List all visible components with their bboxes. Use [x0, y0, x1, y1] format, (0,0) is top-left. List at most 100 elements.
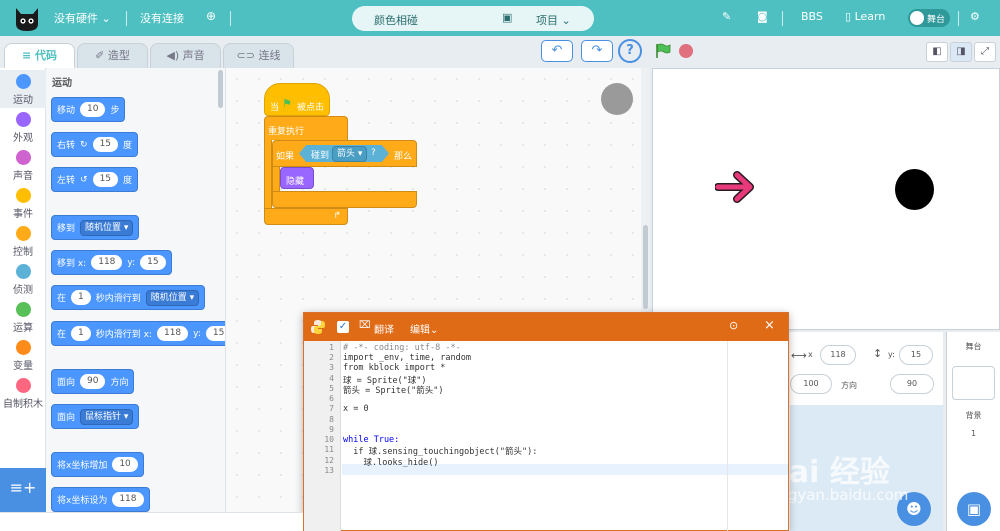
- redo-button[interactable]: ↷: [581, 40, 613, 62]
- block-turn-left[interactable]: 左转 ↺ 15 度: [51, 167, 139, 192]
- category-sensing[interactable]: 侦测: [0, 260, 46, 298]
- block-input[interactable]: 10: [112, 457, 138, 472]
- block-move-steps[interactable]: 移动 10 步: [51, 97, 126, 122]
- block-input[interactable]: 15: [92, 137, 119, 152]
- forever-arm: [264, 140, 272, 210]
- block-point-towards[interactable]: 面向 鼠标指针 ▾: [51, 404, 140, 429]
- stage-thumbnail[interactable]: [952, 366, 995, 400]
- block-input[interactable]: 118: [112, 492, 144, 507]
- block-when-flag-clicked[interactable]: 当 ⚑ 被点击: [264, 83, 330, 116]
- cat-logo-icon[interactable]: [12, 4, 42, 32]
- bottom-bar: [0, 512, 303, 531]
- block-input[interactable]: 1: [71, 326, 91, 341]
- pen-icon[interactable]: ✎: [722, 10, 731, 23]
- category-motion[interactable]: 运动: [0, 70, 46, 108]
- line-number: 1: [329, 343, 334, 352]
- block-touching[interactable]: 碰到 箭头 ▾ ?: [299, 145, 389, 162]
- block-glide-to[interactable]: 在 1 秒内滑行到 随机位置 ▾: [51, 285, 206, 310]
- category-control[interactable]: 控制: [0, 222, 46, 260]
- add-extension-button[interactable]: ≡+: [0, 468, 46, 512]
- backdrops-label: 背景: [965, 411, 982, 420]
- block-goto-xy[interactable]: 移到 x: 118 y: 15: [51, 250, 172, 275]
- code-line[interactable]: while True:: [343, 435, 399, 445]
- block-input[interactable]: 15: [140, 255, 166, 270]
- category-operators[interactable]: 运算: [0, 298, 46, 336]
- block-glide-xy[interactable]: 在 1 秒内滑行到 x: 118 y: 15: [51, 321, 225, 346]
- block-input[interactable]: 15: [205, 326, 225, 341]
- run-icon[interactable]: ⊙: [729, 319, 738, 332]
- category-dot: [15, 112, 31, 127]
- block-turn-right[interactable]: 右转 ↻ 15 度: [51, 132, 139, 157]
- block-hide[interactable]: 隐藏: [280, 167, 314, 189]
- translate-button[interactable]: 翻译: [374, 321, 394, 336]
- y-field[interactable]: 15: [899, 345, 933, 365]
- block-set-x[interactable]: 将x坐标设为 118: [51, 487, 150, 512]
- close-icon[interactable]: ×: [764, 318, 775, 333]
- project-bar[interactable]: 颜色相碰 ▣ 项目 ⌄: [352, 6, 594, 31]
- tab-wiring[interactable]: ⊂⊃ 连线: [223, 43, 294, 69]
- code-line[interactable]: from kblock import *: [343, 363, 445, 373]
- speaker-icon: ◀): [166, 49, 180, 62]
- stop-button[interactable]: [679, 44, 693, 58]
- block-change-x[interactable]: 将x坐标增加 10: [51, 452, 144, 477]
- gear-icon[interactable]: ⚙: [970, 10, 980, 23]
- category-looks[interactable]: 外观: [0, 108, 46, 146]
- block-input[interactable]: 118: [91, 255, 123, 270]
- block-point-direction[interactable]: 面向 90 方向: [51, 369, 135, 394]
- category-variables[interactable]: 变量: [0, 336, 46, 374]
- block-input[interactable]: 10: [80, 102, 106, 117]
- camera-icon[interactable]: ◙: [757, 10, 768, 23]
- palette-scrollbar[interactable]: [218, 70, 223, 108]
- tab-code[interactable]: ≡ 代码: [4, 43, 75, 70]
- x-field[interactable]: 118: [820, 345, 856, 365]
- edit-menu[interactable]: 编辑⌄: [410, 321, 438, 336]
- direction-field[interactable]: 90: [890, 374, 934, 394]
- learn-link[interactable]: ▯ Learn: [845, 10, 885, 23]
- stage-toggle[interactable]: 舞台: [908, 9, 950, 27]
- category-sound[interactable]: 声音: [0, 146, 46, 184]
- block-dropdown[interactable]: 随机位置 ▾: [80, 219, 134, 236]
- block-forever[interactable]: 重复执行: [264, 116, 348, 140]
- save-icon[interactable]: ▣: [502, 11, 512, 24]
- project-name[interactable]: 颜色相碰: [374, 12, 418, 28]
- arrow-sprite[interactable]: [715, 167, 759, 207]
- size-field[interactable]: 100: [790, 374, 832, 394]
- tab-costumes[interactable]: ✐ 造型: [77, 43, 148, 69]
- code-line[interactable]: x = 0: [343, 404, 369, 414]
- block-if-then[interactable]: 如果 碰到 箭头 ▾ ? 那么: [272, 140, 417, 167]
- code-line[interactable]: 箭头 = Sprite("箭头"): [343, 384, 444, 396]
- fullscreen-button[interactable]: ⤢: [974, 42, 996, 62]
- green-flag-icon[interactable]: [655, 43, 671, 59]
- choose-backdrop-button[interactable]: ▣: [957, 492, 991, 526]
- workspace-scrollbar[interactable]: [643, 225, 648, 309]
- normal-stage-button[interactable]: ◨: [950, 42, 972, 62]
- help-button[interactable]: ?: [618, 39, 642, 63]
- block-dropdown[interactable]: 箭头 ▾: [332, 146, 368, 162]
- direction-label: 方向: [841, 381, 857, 390]
- block-input[interactable]: 118: [156, 326, 189, 341]
- hardware-label: 没有硬件: [54, 12, 98, 25]
- project-menu[interactable]: 项目 ⌄: [536, 12, 571, 28]
- code-line[interactable]: # -*- coding: utf-8 -*-: [343, 343, 461, 353]
- category-events[interactable]: 事件: [0, 184, 46, 222]
- category-my-blocks[interactable]: 自制积木: [0, 374, 46, 412]
- block-input[interactable]: 1: [71, 290, 91, 305]
- tab-sounds[interactable]: ◀) 声音: [150, 43, 221, 69]
- code-line[interactable]: import _env, time, random: [343, 353, 471, 363]
- block-input[interactable]: 15: [92, 172, 119, 187]
- stage[interactable]: [652, 68, 1000, 330]
- block-dropdown[interactable]: 随机位置 ▾: [145, 289, 200, 306]
- block-text: 秒内滑行到: [95, 294, 141, 304]
- block-input[interactable]: 90: [80, 374, 106, 389]
- ball-sprite[interactable]: [895, 169, 934, 210]
- block-goto[interactable]: 移到 随机位置 ▾: [51, 215, 140, 240]
- hardware-menu[interactable]: 没有硬件 ⌄: [54, 10, 111, 26]
- bbs-link[interactable]: BBS: [801, 10, 823, 23]
- globe-icon[interactable]: ⊕: [206, 9, 216, 23]
- code-line[interactable]: 球.looks_hide(): [343, 456, 438, 468]
- checkbox[interactable]: ✓: [337, 321, 349, 333]
- connection-menu[interactable]: 没有连接: [140, 10, 184, 26]
- block-dropdown[interactable]: 鼠标指针 ▾: [80, 408, 134, 425]
- undo-button[interactable]: ↶: [541, 40, 573, 62]
- small-stage-button[interactable]: ◧: [926, 42, 948, 62]
